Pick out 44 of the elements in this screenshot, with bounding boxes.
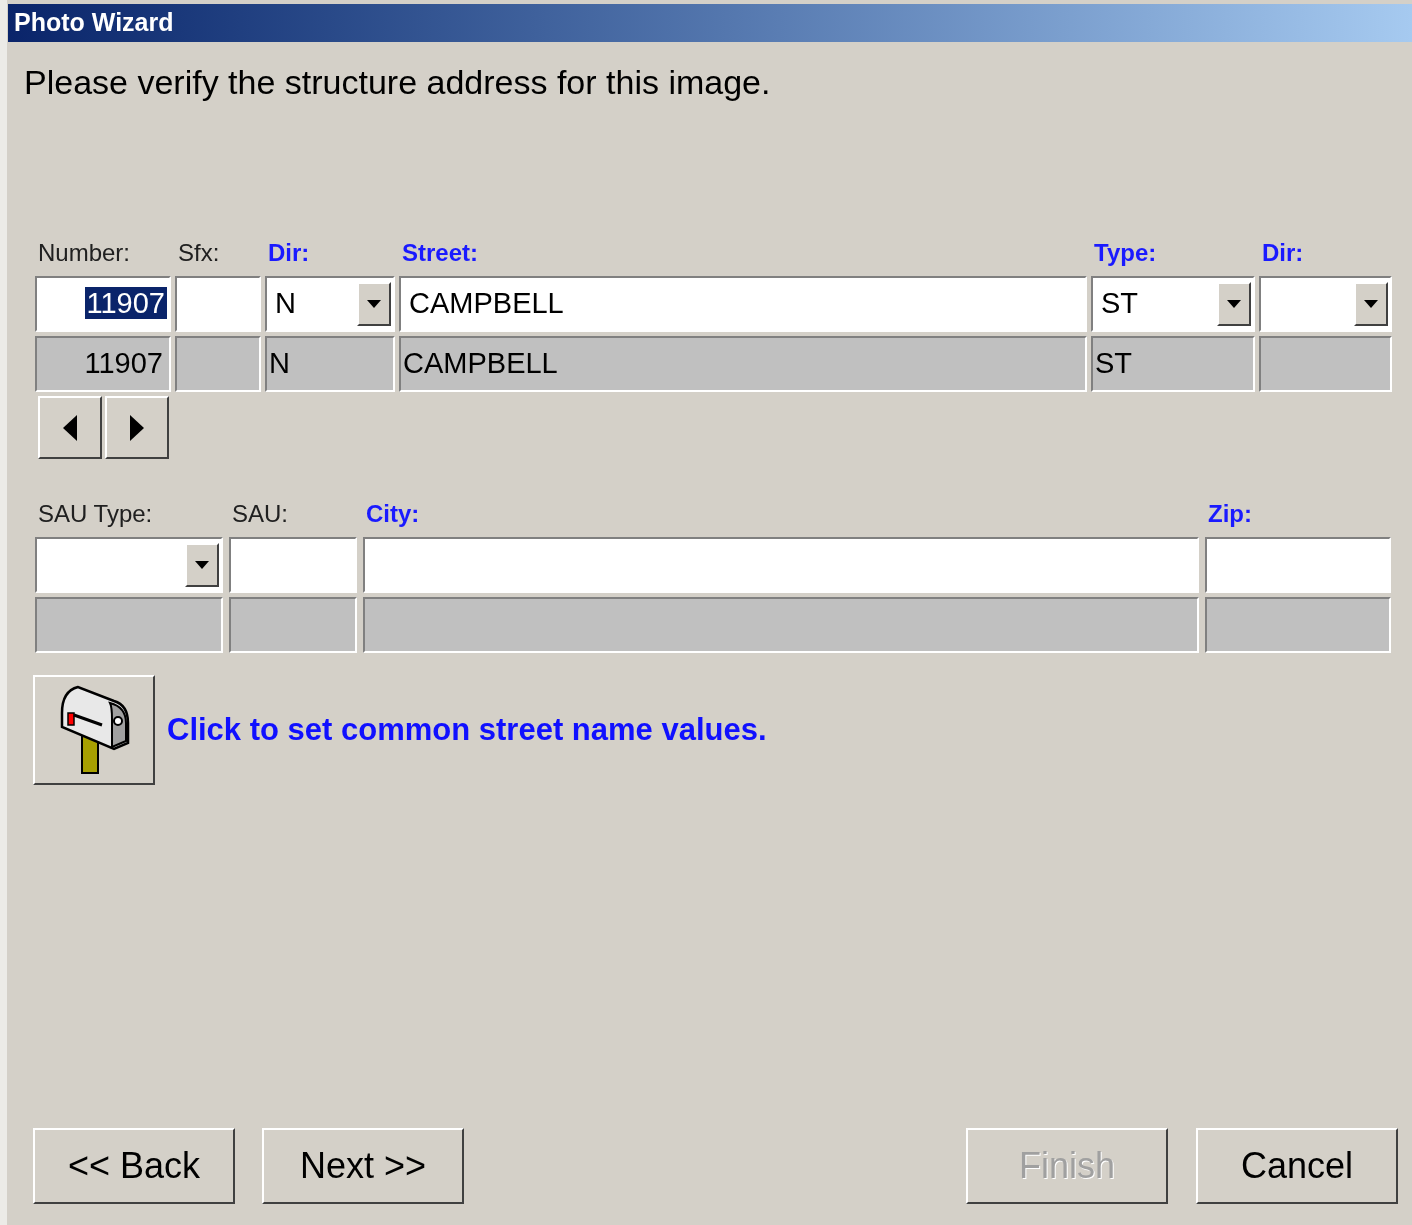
common-values-link[interactable]: Click to set common street name values. <box>167 706 767 754</box>
reference-cell: CAMPBELL <box>399 336 1087 392</box>
next-record-button[interactable] <box>105 396 169 459</box>
field-label: SAU: <box>231 499 288 529</box>
mailbox-icon <box>58 683 130 777</box>
field-label: Street: <box>401 238 479 268</box>
caret-icon <box>367 300 381 308</box>
field-label: Zip: <box>1207 499 1252 529</box>
input-field[interactable] <box>175 276 261 332</box>
dropdown-arrow-button[interactable] <box>185 543 219 587</box>
window-title: Photo Wizard <box>8 4 1412 42</box>
field-label: SAU Type: <box>37 499 153 529</box>
previous-button[interactable] <box>38 396 102 459</box>
input-field[interactable]: CAMPBELL <box>399 276 1087 332</box>
instruction-text: Please verify the structure address for this image. <box>24 63 771 101</box>
left-triangle-icon <box>63 414 77 441</box>
wizard-button[interactable]: Cancel <box>1196 1128 1398 1204</box>
wizard-button[interactable]: << Back <box>33 1128 235 1204</box>
input-field[interactable] <box>363 537 1199 593</box>
dropdown-field[interactable]: N <box>265 276 395 332</box>
caret-icon <box>1227 300 1241 308</box>
wizard-button[interactable]: Next >> <box>262 1128 464 1204</box>
dropdown-arrow-button[interactable] <box>1354 282 1388 326</box>
reference-cell: ST <box>1091 336 1255 392</box>
field-label: Number: <box>37 238 131 268</box>
field-label: Sfx: <box>177 238 220 268</box>
dropdown-field[interactable]: ST <box>1091 276 1255 332</box>
dropdown-field[interactable] <box>1259 276 1392 332</box>
caret-icon <box>195 561 209 569</box>
caret-icon <box>1364 300 1378 308</box>
input-field[interactable] <box>1205 537 1391 593</box>
dropdown-field[interactable] <box>35 537 223 593</box>
dropdown-arrow-button[interactable] <box>357 282 391 326</box>
dropdown-arrow-button[interactable] <box>1217 282 1251 326</box>
field-label: Dir: <box>267 238 310 268</box>
field-label: Type: <box>1093 238 1157 268</box>
reference-cell: N <box>265 336 395 392</box>
field-label: Dir: <box>1261 238 1304 268</box>
mailbox-button[interactable] <box>33 675 155 785</box>
input-field[interactable] <box>229 537 357 593</box>
field-label: City: <box>365 499 420 529</box>
reference-cell: 11907 <box>35 336 171 392</box>
input-field[interactable]: 11907 <box>35 276 171 332</box>
right-triangle-icon <box>130 414 144 441</box>
